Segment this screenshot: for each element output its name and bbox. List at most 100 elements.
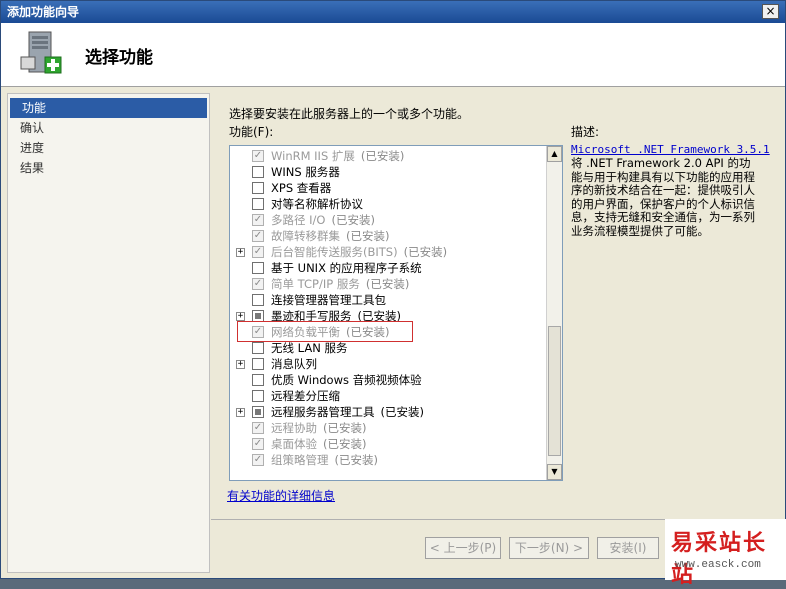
feature-checkbox[interactable] [252,390,264,402]
feature-name: 连接管理器管理工具包 [271,293,386,307]
feature-checkbox[interactable]: ✓ [252,230,264,242]
feature-name: 远程服务器管理工具 [271,405,375,419]
feature-name: WINS 服务器 [271,165,340,179]
scroll-up-icon[interactable]: ▲ [547,146,562,162]
intro-text: 选择要安装在此服务器上的一个或多个功能。 [229,107,470,121]
feature-row[interactable]: 基于 UNIX 的应用程序子系统 [230,260,546,276]
prev-button[interactable]: < 上一步(P) [425,537,501,559]
feature-checkbox[interactable]: ✓ [252,278,264,290]
feature-checkbox[interactable] [252,358,264,370]
watermark-text: 易采站长站 [671,530,768,588]
feature-row[interactable]: WINS 服务器 [230,164,546,180]
nav-item-features[interactable]: 功能 [10,98,207,118]
wizard-nav: 功能 确认 进度 结果 [7,93,210,573]
feature-label: 后台智能传送服务(BITS) (已安装) [271,244,447,260]
feature-checkbox[interactable] [252,166,264,178]
feature-row[interactable]: + ✓ 后台智能传送服务(BITS) (已安装) [230,244,546,260]
feature-name: 故障转移群集 [271,229,340,243]
expand-icon[interactable]: + [236,248,245,257]
feature-name: 多路径 I/O [271,213,326,227]
feature-name: 优质 Windows 音频视频体验 [271,373,422,387]
close-button[interactable]: × [762,4,779,19]
expand-icon[interactable]: + [236,360,245,369]
feature-row[interactable]: XPS 查看器 [230,180,546,196]
feature-checkbox[interactable] [252,262,264,274]
feature-label: WINS 服务器 [271,164,340,180]
expand-icon[interactable]: + [236,312,245,321]
feature-checkbox[interactable] [252,406,264,418]
feature-checkbox[interactable] [252,182,264,194]
add-features-wizard-window: 添加功能向导 × 选择功能 功能 确认 进度 结果 选择要安装在此服务器上的一个… [0,0,786,588]
nav-item-progress[interactable]: 进度 [8,138,209,158]
feature-name: 消息队列 [271,357,317,371]
annotation-highlight-box [237,321,413,342]
features-label: 功能(F): [229,125,274,139]
installed-badge: (已安装) [331,213,375,227]
page-title: 选择功能 [85,48,153,68]
feature-label: 组策略管理 (已安装) [271,452,378,468]
feature-checkbox[interactable]: ✓ [252,246,264,258]
feature-checkbox[interactable]: ✓ [252,438,264,450]
feature-label: 远程协助 (已安装) [271,420,366,436]
feature-row[interactable]: ✓ 故障转移群集 (已安装) [230,228,546,244]
scroll-down-icon[interactable]: ▼ [547,464,562,480]
watermark: 易采站长站 www.easck.com [665,519,786,588]
feature-row[interactable]: ✓ 多路径 I/O (已安装) [230,212,546,228]
feature-label: 对等名称解析协议 [271,196,363,212]
features-tree[interactable]: ▲ ▼ ✓ WinRM IIS 扩展 (已安装) WINS 服务器 XPS 查看器 对等名… [229,145,563,481]
feature-checkbox[interactable] [252,342,264,354]
feature-row[interactable]: 优质 Windows 音频视频体验 [230,372,546,388]
feature-checkbox[interactable]: ✓ [252,214,264,226]
feature-row[interactable]: ✓ 桌面体验 (已安装) [230,436,546,452]
feature-label: 故障转移群集 (已安装) [271,228,389,244]
feature-label: 远程差分压缩 [271,388,340,404]
feature-checkbox[interactable] [252,294,264,306]
feature-row[interactable]: ✓ WinRM IIS 扩展 (已安装) [230,148,546,164]
window-title: 添加功能向导 [7,5,80,19]
feature-label: WinRM IIS 扩展 (已安装) [271,148,404,164]
nav-item-results[interactable]: 结果 [8,158,209,178]
feature-row[interactable]: ✓ 远程协助 (已安装) [230,420,546,436]
description-text: 将 .NET Framework 2.0 API 的功能与用于构建具有以下功能的… [571,156,755,238]
feature-row[interactable]: ✓ 简单 TCP/IP 服务 (已安装) [230,276,546,292]
feature-name: 远程差分压缩 [271,389,340,403]
feature-name: 组策略管理 [271,453,329,467]
feature-row[interactable]: + 消息队列 [230,356,546,372]
installed-badge: (已安装) [365,277,410,291]
feature-row[interactable]: 连接管理器管理工具包 [230,292,546,308]
expand-icon[interactable]: + [236,408,245,417]
installed-badge: (已安装) [346,229,390,243]
nav-item-confirm[interactable]: 确认 [8,118,209,138]
feature-name: 后台智能传送服务(BITS) [271,245,398,259]
feature-label: 基于 UNIX 的应用程序子系统 [271,260,422,276]
feature-row[interactable]: ✓ 组策略管理 (已安装) [230,452,546,468]
install-button[interactable]: 安装(I) [597,537,659,559]
feature-label: 优质 Windows 音频视频体验 [271,372,422,388]
description-link[interactable]: Microsoft .NET Framework 3.5.1 [571,143,770,156]
watermark-url: www.easck.com [675,559,761,571]
description-label: 描述: [571,125,600,139]
feature-name: 基于 UNIX 的应用程序子系统 [271,261,422,275]
feature-label: 无线 LAN 服务 [271,340,347,356]
feature-row[interactable]: + 远程服务器管理工具 (已安装) [230,404,546,420]
feature-checkbox[interactable]: ✓ [252,454,264,466]
more-info-link[interactable]: 有关功能的详细信息 [227,487,335,504]
feature-checkbox[interactable]: ✓ [252,422,264,434]
feature-label: 消息队列 [271,356,317,372]
next-button[interactable]: 下一步(N) > [509,537,589,559]
feature-checkbox[interactable] [252,374,264,386]
feature-row[interactable]: 远程差分压缩 [230,388,546,404]
feature-name: 对等名称解析协议 [271,197,363,211]
tree-scrollbar[interactable]: ▲ ▼ [546,146,562,480]
feature-name: 桌面体验 [271,437,317,451]
scroll-thumb[interactable] [548,326,561,456]
title-bar: 添加功能向导 × [1,1,785,23]
feature-label: 连接管理器管理工具包 [271,292,386,308]
feature-row[interactable]: 无线 LAN 服务 [230,340,546,356]
installed-badge: (已安装) [380,405,424,419]
feature-name: 简单 TCP/IP 服务 [271,277,360,291]
feature-row[interactable]: 对等名称解析协议 [230,196,546,212]
feature-checkbox[interactable]: ✓ [252,150,264,162]
feature-checkbox[interactable] [252,198,264,210]
server-add-icon [20,31,62,74]
